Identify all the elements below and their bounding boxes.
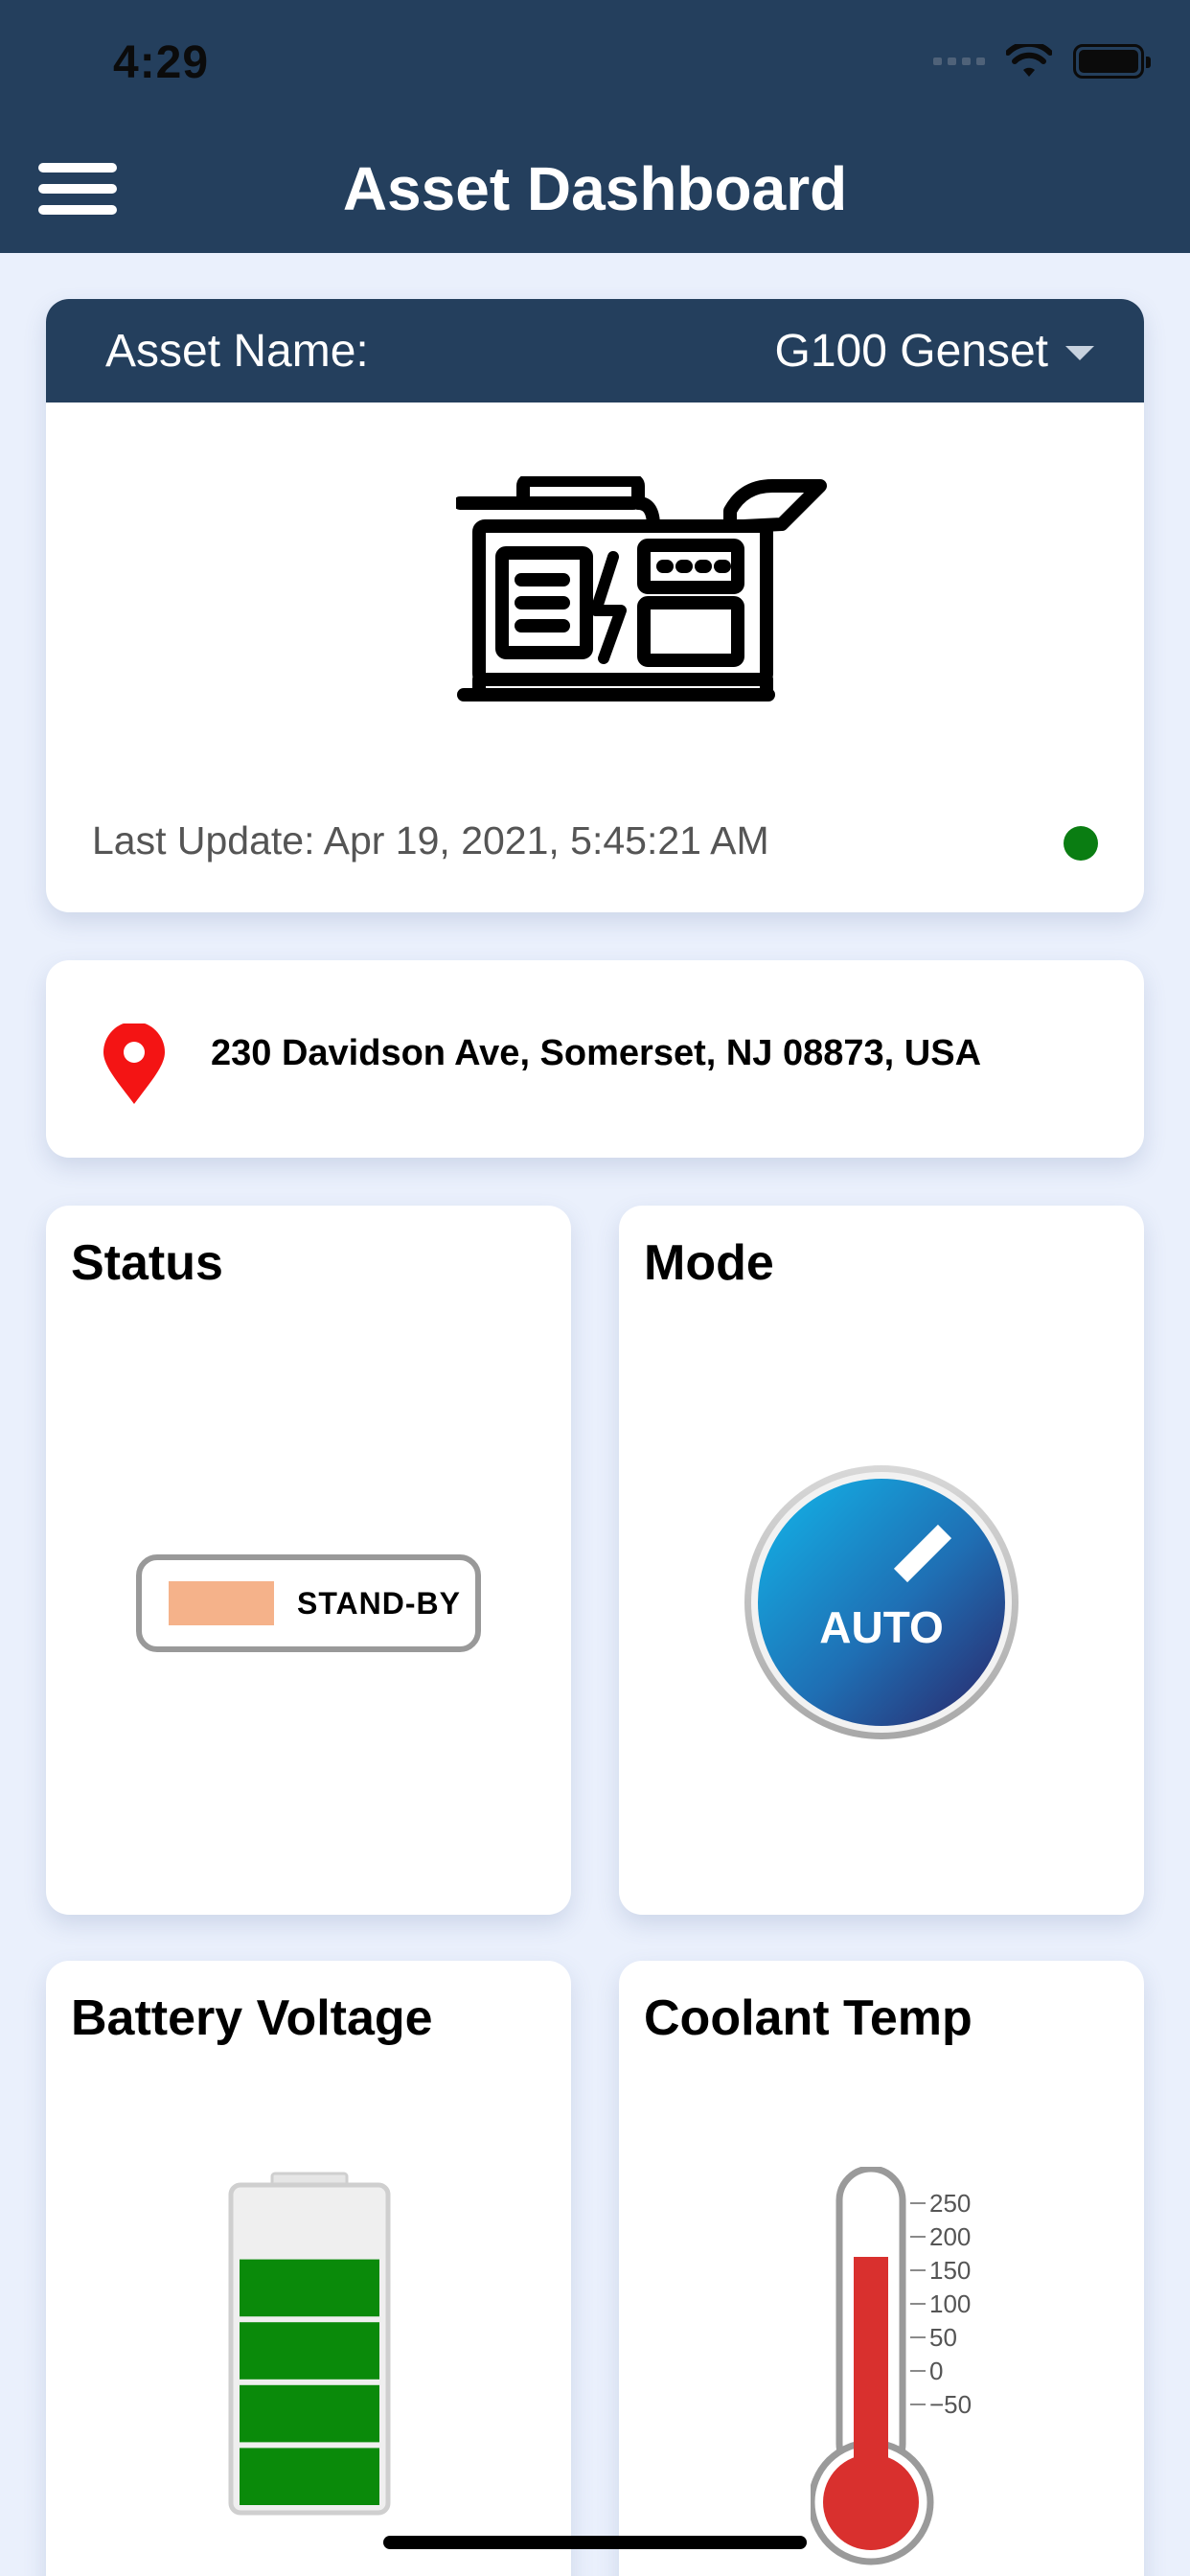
thermometer-tick-label: −50 [929,2390,972,2419]
thermometer-tick-label: 200 [929,2222,971,2251]
coolant-temp-title: Coolant Temp [644,1990,973,2046]
asset-address: 230 Davidson Ave, Somerset, NJ 08873, US… [211,1033,982,1073]
battery-segment [240,2259,379,2317]
thermometer-tick-label: 0 [929,2357,943,2385]
battery-gauge [228,2172,391,2516]
thermometer-mercury [854,2257,888,2483]
status-tile: Status STAND-BY [46,1206,571,1915]
battery-status-icon [1073,44,1151,79]
status-badge: STAND-BY [136,1554,481,1652]
status-color-swatch [169,1581,274,1625]
battery-segment [240,2384,379,2443]
asset-dropdown-value: G100 Genset [774,325,1048,377]
battery-segment [240,2196,379,2254]
chevron-down-icon [1065,345,1094,360]
mode-tile-title: Mode [644,1235,774,1291]
connection-status-indicator [1064,826,1098,861]
cellular-signal-icon [933,58,985,65]
location-pin-icon [103,1024,165,1104]
coolant-temp-tile: Coolant Temp 250 200 150 100 50 0 −50 [619,1961,1144,2576]
last-update-text: Last Update: Apr 19, 2021, 5:45:21 AM [92,818,769,862]
app-header: 4:29 Asset Dashboard [0,0,1190,253]
thermometer-gauge: 250 200 150 100 50 0 −50 [811,2167,972,2565]
mode-tile: Mode AUTO [619,1206,1144,1915]
battery-voltage-tile: Battery Voltage [46,1961,571,2576]
thermometer-tick-label: 50 [929,2323,957,2352]
thermometer-tick-label: 150 [929,2256,971,2285]
asset-name-label: Asset Name: [105,325,369,377]
generator-icon [456,476,827,702]
page-title: Asset Dashboard [342,154,848,223]
battery-segment [240,2322,379,2380]
asset-selector-bar: Asset Name: G100 Genset [46,299,1144,402]
thermometer-tick-label: 250 [929,2189,971,2218]
home-indicator [383,2536,807,2549]
wifi-icon [1006,44,1052,77]
mode-value: AUTO [819,1602,944,1652]
battery-segment [240,2448,379,2505]
location-card[interactable]: 230 Davidson Ave, Somerset, NJ 08873, US… [46,960,1144,1158]
status-bar-time: 4:29 [113,37,210,88]
thermometer-tick-label: 100 [929,2289,971,2318]
asset-card: Asset Name: G100 Genset Last Update: Apr… [46,299,1144,912]
status-bar-icons [933,44,1151,79]
asset-dropdown[interactable]: G100 Genset [774,325,1094,378]
status-value: STAND-BY [297,1585,461,1621]
status-tile-title: Status [71,1235,223,1291]
mode-selector-knob[interactable]: AUTO [742,1462,1021,1742]
thermometer-bulb [823,2454,919,2550]
battery-voltage-title: Battery Voltage [71,1990,433,2046]
